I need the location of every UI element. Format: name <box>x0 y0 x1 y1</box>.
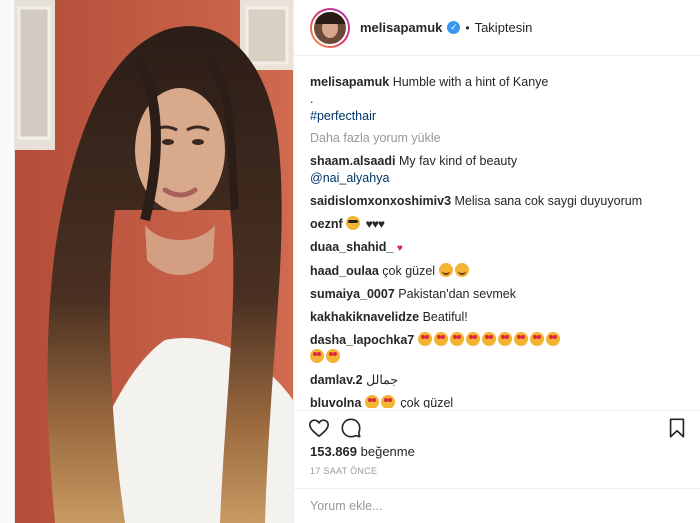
comment-item: dasha_lapochka7 <box>310 332 684 366</box>
comment-username[interactable]: oeznf <box>310 217 343 231</box>
comment-username[interactable]: duaa_shahid_ <box>310 240 393 254</box>
heart-eyes-emoji-icon <box>513 332 528 346</box>
comment-username[interactable]: damlav.2 <box>310 373 363 387</box>
comment-text: ♥♥♥ <box>365 217 385 231</box>
comment-item: oeznf ♥♥♥ <box>310 216 684 233</box>
comment-username[interactable]: sumaiya_0007 <box>310 287 395 301</box>
add-comment-bar <box>294 488 700 523</box>
heart-eyes-emoji-icon <box>310 349 324 363</box>
caption-username[interactable]: melisapamuk <box>310 75 389 89</box>
profile-picture <box>312 9 348 46</box>
bookmark-icon[interactable] <box>666 417 688 439</box>
caption: melisapamuk Humble with a hint of Kanye … <box>310 74 684 125</box>
comment-username[interactable]: dasha_lapochka7 <box>310 333 414 347</box>
portrait-image <box>15 0 293 523</box>
heart-eyes-emoji-icon <box>465 332 480 346</box>
comment-username[interactable]: haad_oulaa <box>310 264 379 278</box>
comment-text: My fav kind of beauty <box>398 154 518 168</box>
comment-input[interactable] <box>310 499 684 513</box>
heart-eyes-emoji-icon <box>481 332 496 346</box>
separator-dot: • <box>465 20 470 35</box>
comment-item: damlav.2 جمالل <box>310 372 684 389</box>
comment-username[interactable]: kakhakiknavelidze <box>310 310 419 324</box>
comment-item: sumaiya_0007 Pakistan'dan sevmek <box>310 286 684 303</box>
post-photo[interactable] <box>15 0 293 523</box>
heart-eyes-emoji-icon <box>497 332 512 346</box>
avatar[interactable] <box>310 7 350 48</box>
heart-eyes-emoji-icon <box>326 349 340 363</box>
comments-list[interactable]: melisapamuk Humble with a hint of Kanye … <box>294 56 700 408</box>
header-username[interactable]: melisapamuk <box>360 20 442 35</box>
heart-eyes-emoji-icon <box>417 332 432 346</box>
caption-text: Humble with a hint of Kanye <box>392 75 549 89</box>
heart-eyes-emoji-icon <box>364 395 379 408</box>
comment-text: çok güzel <box>382 264 436 278</box>
heart-icon[interactable] <box>308 417 330 439</box>
comment-text: çok güzel <box>400 396 454 408</box>
load-more-comments[interactable]: Daha fazla yorum yükle <box>310 131 684 145</box>
comment-username[interactable]: saidislomxonxoshimiv3 <box>310 194 451 208</box>
comment-item: duaa_shahid_ ♥ <box>310 239 684 257</box>
comment-item: haad_oulaa çok güzel <box>310 263 684 280</box>
verified-badge-icon: ✓ <box>447 21 461 34</box>
likes-count[interactable]: 153.869 beğenme <box>310 444 415 459</box>
red-heart-icon: ♥ <box>396 243 403 254</box>
action-bar <box>294 410 700 440</box>
comment-text: Melisa sana cok saygi duyuyorum <box>454 194 643 208</box>
heart-eyes-emoji-icon <box>380 395 395 408</box>
heart-eyes-emoji-icon <box>529 332 544 346</box>
comment-item: shaam.alsaadi My fav kind of beauty @nai… <box>310 153 684 187</box>
sunglasses-emoji-icon <box>346 216 361 230</box>
comment-text: Pakistan'dan sevmek <box>398 287 517 301</box>
instagram-post: melisapamuk ✓ • Takiptesin melisapamuk H… <box>14 0 700 523</box>
heart-eyes-emoji-icon <box>449 332 464 346</box>
heart-eyes-emoji-icon <box>545 332 560 346</box>
smile-emoji-icon <box>438 263 453 277</box>
mention-link[interactable]: @nai_alyahya <box>310 171 389 185</box>
post-timestamp: 17 SAAT ÖNCE <box>310 466 378 476</box>
heart-eyes-emoji-icon <box>433 332 448 346</box>
comment-text: Beatiful! <box>422 310 468 324</box>
comment-item: saidislomxonxoshimiv3 Melisa sana cok sa… <box>310 193 684 210</box>
comment-item: kakhakiknavelidze Beatiful! <box>310 309 684 326</box>
comment-item: bluvolna çok güzel <box>310 395 684 408</box>
comment-icon[interactable] <box>340 417 362 439</box>
post-header: melisapamuk ✓ • Takiptesin <box>294 0 700 56</box>
post-details-panel: melisapamuk ✓ • Takiptesin melisapamuk H… <box>293 0 700 523</box>
hashtag-link[interactable]: #perfecthair <box>310 109 376 123</box>
likes-number: 153.869 <box>310 444 357 459</box>
comment-username[interactable]: bluvolna <box>310 396 361 408</box>
likes-label: beğenme <box>360 444 415 459</box>
caption-line2: . <box>310 92 314 106</box>
comment-text: جمالل <box>366 373 399 387</box>
comment-username[interactable]: shaam.alsaadi <box>310 154 395 168</box>
smile-emoji-icon <box>454 263 469 277</box>
follow-status[interactable]: Takiptesin <box>475 20 533 35</box>
